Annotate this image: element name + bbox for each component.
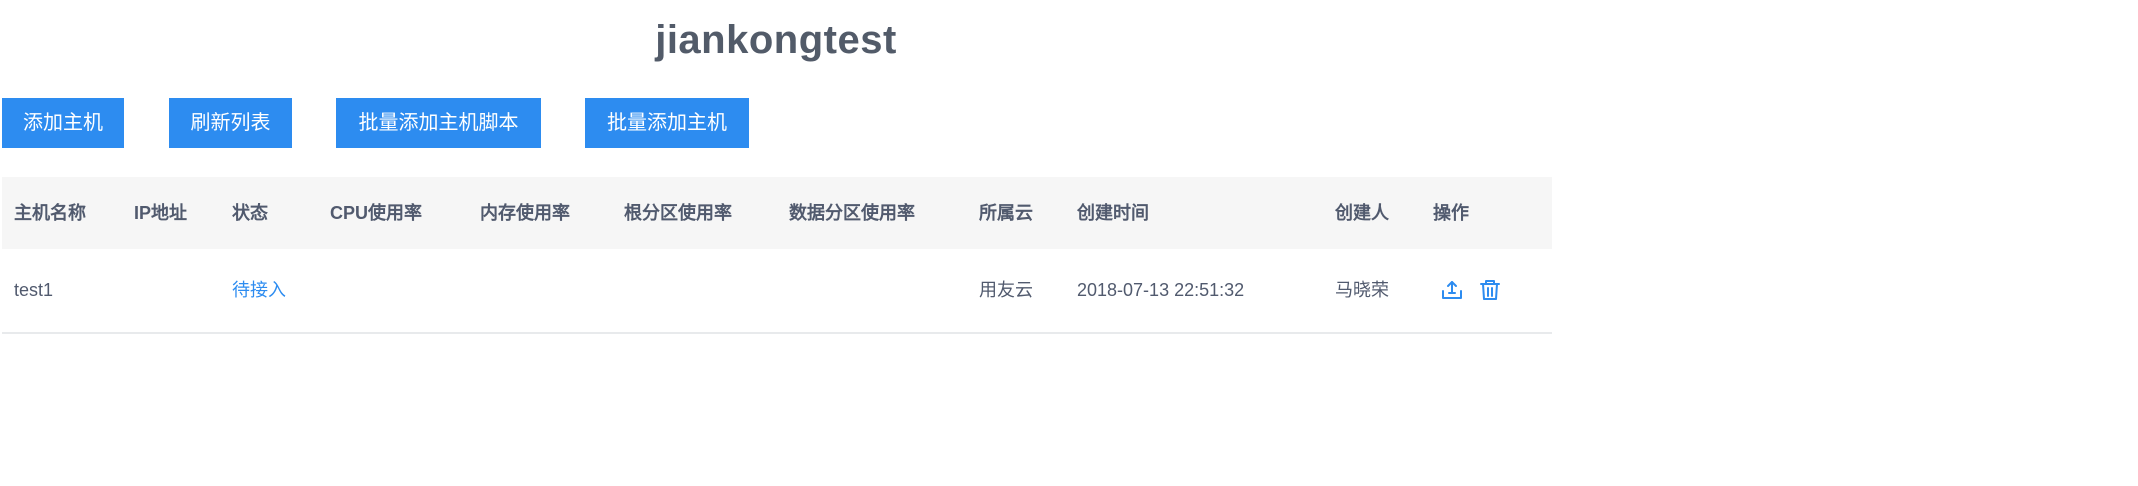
column-status: 状态 (232, 203, 268, 223)
edit-icon[interactable] (1440, 278, 1464, 302)
refresh-list-button[interactable]: 刷新列表 (169, 98, 292, 148)
host-table: 主机名称 IP地址 状态 CPU使用率 内存使用率 根分区使用率 数据分区使用率… (2, 177, 1552, 334)
column-creator: 创建人 (1335, 203, 1389, 223)
column-data-partition: 数据分区使用率 (789, 203, 915, 223)
page-title: jiankongtest (655, 18, 897, 62)
table-header: 主机名称 IP地址 状态 CPU使用率 内存使用率 根分区使用率 数据分区使用率… (2, 177, 1552, 249)
delete-icon[interactable] (1478, 278, 1502, 302)
cell-created-at: 2018-07-13 22:51:32 (1077, 280, 1245, 300)
cell-host-name: test1 (14, 280, 54, 300)
add-host-button[interactable]: 添加主机 (2, 98, 124, 148)
column-actions: 操作 (1433, 203, 1469, 223)
cell-creator: 马晓荣 (1335, 280, 1389, 300)
column-cpu: CPU使用率 (330, 203, 423, 223)
column-ip: IP地址 (134, 203, 188, 223)
batch-add-host-script-button[interactable]: 批量添加主机脚本 (336, 98, 541, 148)
table-row: test1 待接入 用友云 2018-07-13 22:51:32 马晓荣 (2, 249, 1552, 334)
column-cloud: 所属云 (979, 203, 1033, 223)
column-memory: 内存使用率 (480, 203, 570, 223)
column-host-name: 主机名称 (14, 203, 86, 223)
cell-cloud: 用友云 (979, 280, 1033, 300)
column-created-at: 创建时间 (1077, 203, 1149, 223)
status-link[interactable]: 待接入 (232, 249, 286, 332)
column-root-partition: 根分区使用率 (624, 203, 732, 223)
page: jiankongtest 添加主机 刷新列表 批量添加主机脚本 批量添加主机 主… (0, 0, 1552, 486)
batch-add-host-button[interactable]: 批量添加主机 (585, 98, 749, 148)
